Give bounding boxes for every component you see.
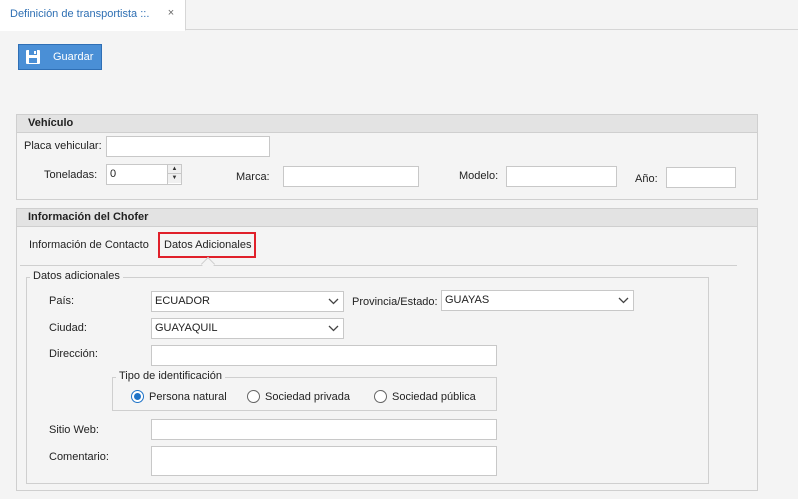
spin-up-icon[interactable]: ▲: [168, 165, 181, 174]
provincia-value: GUAYAS: [445, 294, 490, 306]
radio-sociedad-publica[interactable]: [374, 390, 387, 403]
save-button[interactable]: Guardar: [18, 44, 102, 70]
comentario-label: Comentario:: [49, 451, 109, 463]
document-tab-title: Definición de transportista ::.: [10, 8, 150, 20]
ciudad-label: Ciudad:: [49, 322, 87, 334]
chofer-header: Información del Chofer: [17, 209, 757, 227]
vehiculo-header: Vehículo: [17, 115, 757, 133]
pais-select[interactable]: ECUADOR: [151, 291, 344, 312]
radio-persona-natural-label[interactable]: Persona natural: [149, 391, 227, 403]
modelo-input[interactable]: [506, 166, 617, 187]
radio-sociedad-publica-label[interactable]: Sociedad pública: [392, 391, 476, 403]
floppy-disk-icon: [26, 50, 40, 64]
pais-label: País:: [49, 295, 75, 307]
sitio-web-input[interactable]: [151, 419, 497, 440]
direccion-label: Dirección:: [49, 348, 98, 360]
chevron-down-icon: [328, 298, 339, 305]
placa-label: Placa vehicular:: [24, 140, 102, 152]
tab-datos-adicionales[interactable]: Datos Adicionales: [164, 239, 251, 251]
pais-value: ECUADOR: [155, 295, 211, 307]
direccion-input[interactable]: [151, 345, 497, 366]
tab-informacion-contacto[interactable]: Información de Contacto: [29, 239, 149, 251]
vehiculo-group: Vehículo: [16, 114, 758, 200]
comentario-textarea[interactable]: [151, 446, 497, 476]
radio-sociedad-privada[interactable]: [247, 390, 260, 403]
marca-label: Marca:: [236, 171, 270, 183]
toneladas-spinner[interactable]: 0 ▲ ▼: [106, 164, 182, 185]
radio-persona-natural[interactable]: [131, 390, 144, 403]
close-icon[interactable]: ×: [164, 6, 178, 20]
ciudad-value: GUAYAQUIL: [155, 322, 218, 334]
chevron-down-icon: [328, 325, 339, 332]
placa-input[interactable]: [106, 136, 270, 157]
radio-sociedad-privada-label[interactable]: Sociedad privada: [265, 391, 350, 403]
toneladas-label: Toneladas:: [44, 169, 98, 181]
datos-adicionales-legend: Datos adicionales: [30, 270, 123, 282]
chevron-down-icon: [618, 297, 629, 304]
spin-down-icon[interactable]: ▼: [168, 174, 181, 183]
anio-input[interactable]: [666, 167, 736, 188]
marca-input[interactable]: [283, 166, 419, 187]
provincia-label: Provincia/Estado:: [352, 296, 438, 308]
tab-divider: [20, 265, 737, 266]
modelo-label: Modelo:: [459, 170, 499, 182]
toneladas-value: 0: [110, 168, 117, 180]
spinner-buttons: ▲ ▼: [167, 165, 181, 184]
document-tab[interactable]: Definición de transportista ::. ×: [0, 0, 186, 31]
provincia-select[interactable]: GUAYAS: [441, 290, 634, 311]
tipo-identificacion-legend: Tipo de identificación: [116, 370, 225, 382]
save-button-label: Guardar: [53, 51, 94, 63]
anio-label: Año:: [635, 173, 658, 185]
ciudad-select[interactable]: GUAYAQUIL: [151, 318, 344, 339]
sitio-web-label: Sitio Web:: [49, 424, 99, 436]
